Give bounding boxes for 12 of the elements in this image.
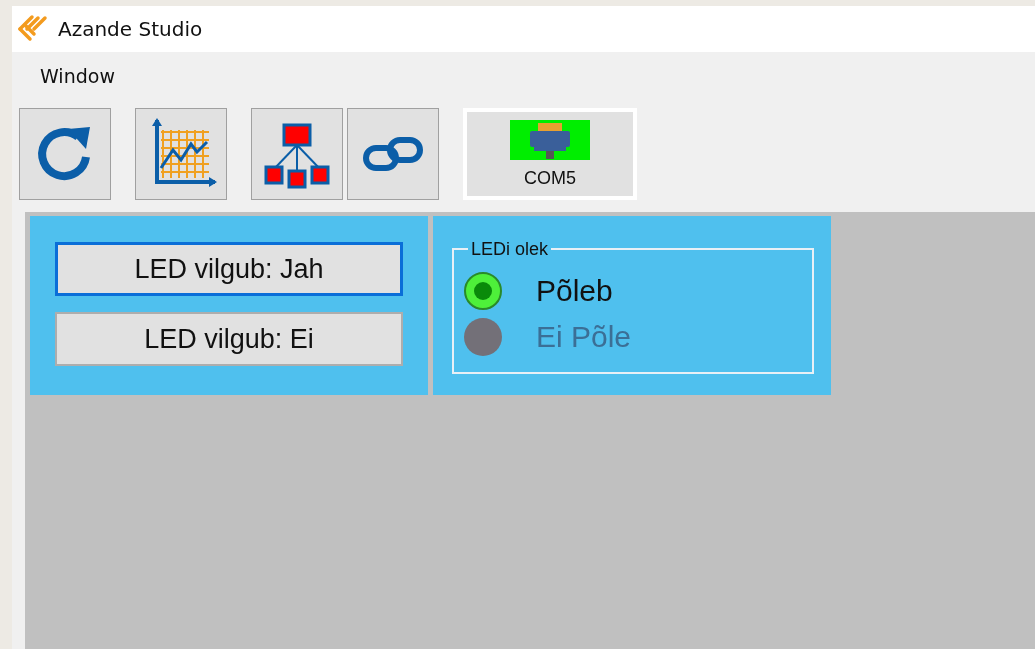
indicator-label: Ei Põle xyxy=(536,320,632,354)
led-blink-button[interactable]: LED vilgub: Ei xyxy=(55,312,403,366)
toolbar-button[interactable] xyxy=(251,108,343,200)
toolbar-button[interactable] xyxy=(19,108,111,200)
toolbar-button[interactable] xyxy=(347,108,439,200)
window-title: Azande Studio xyxy=(58,17,203,41)
menu-item[interactable]: Window xyxy=(40,65,115,87)
led-blink-button[interactable]: LED vilgub: Jah xyxy=(55,242,403,296)
port-button[interactable]: COM5 xyxy=(463,108,637,200)
indicator-label: Põleb xyxy=(536,274,613,308)
toolbar-button[interactable] xyxy=(135,108,227,200)
chain-link-icon xyxy=(363,136,423,172)
